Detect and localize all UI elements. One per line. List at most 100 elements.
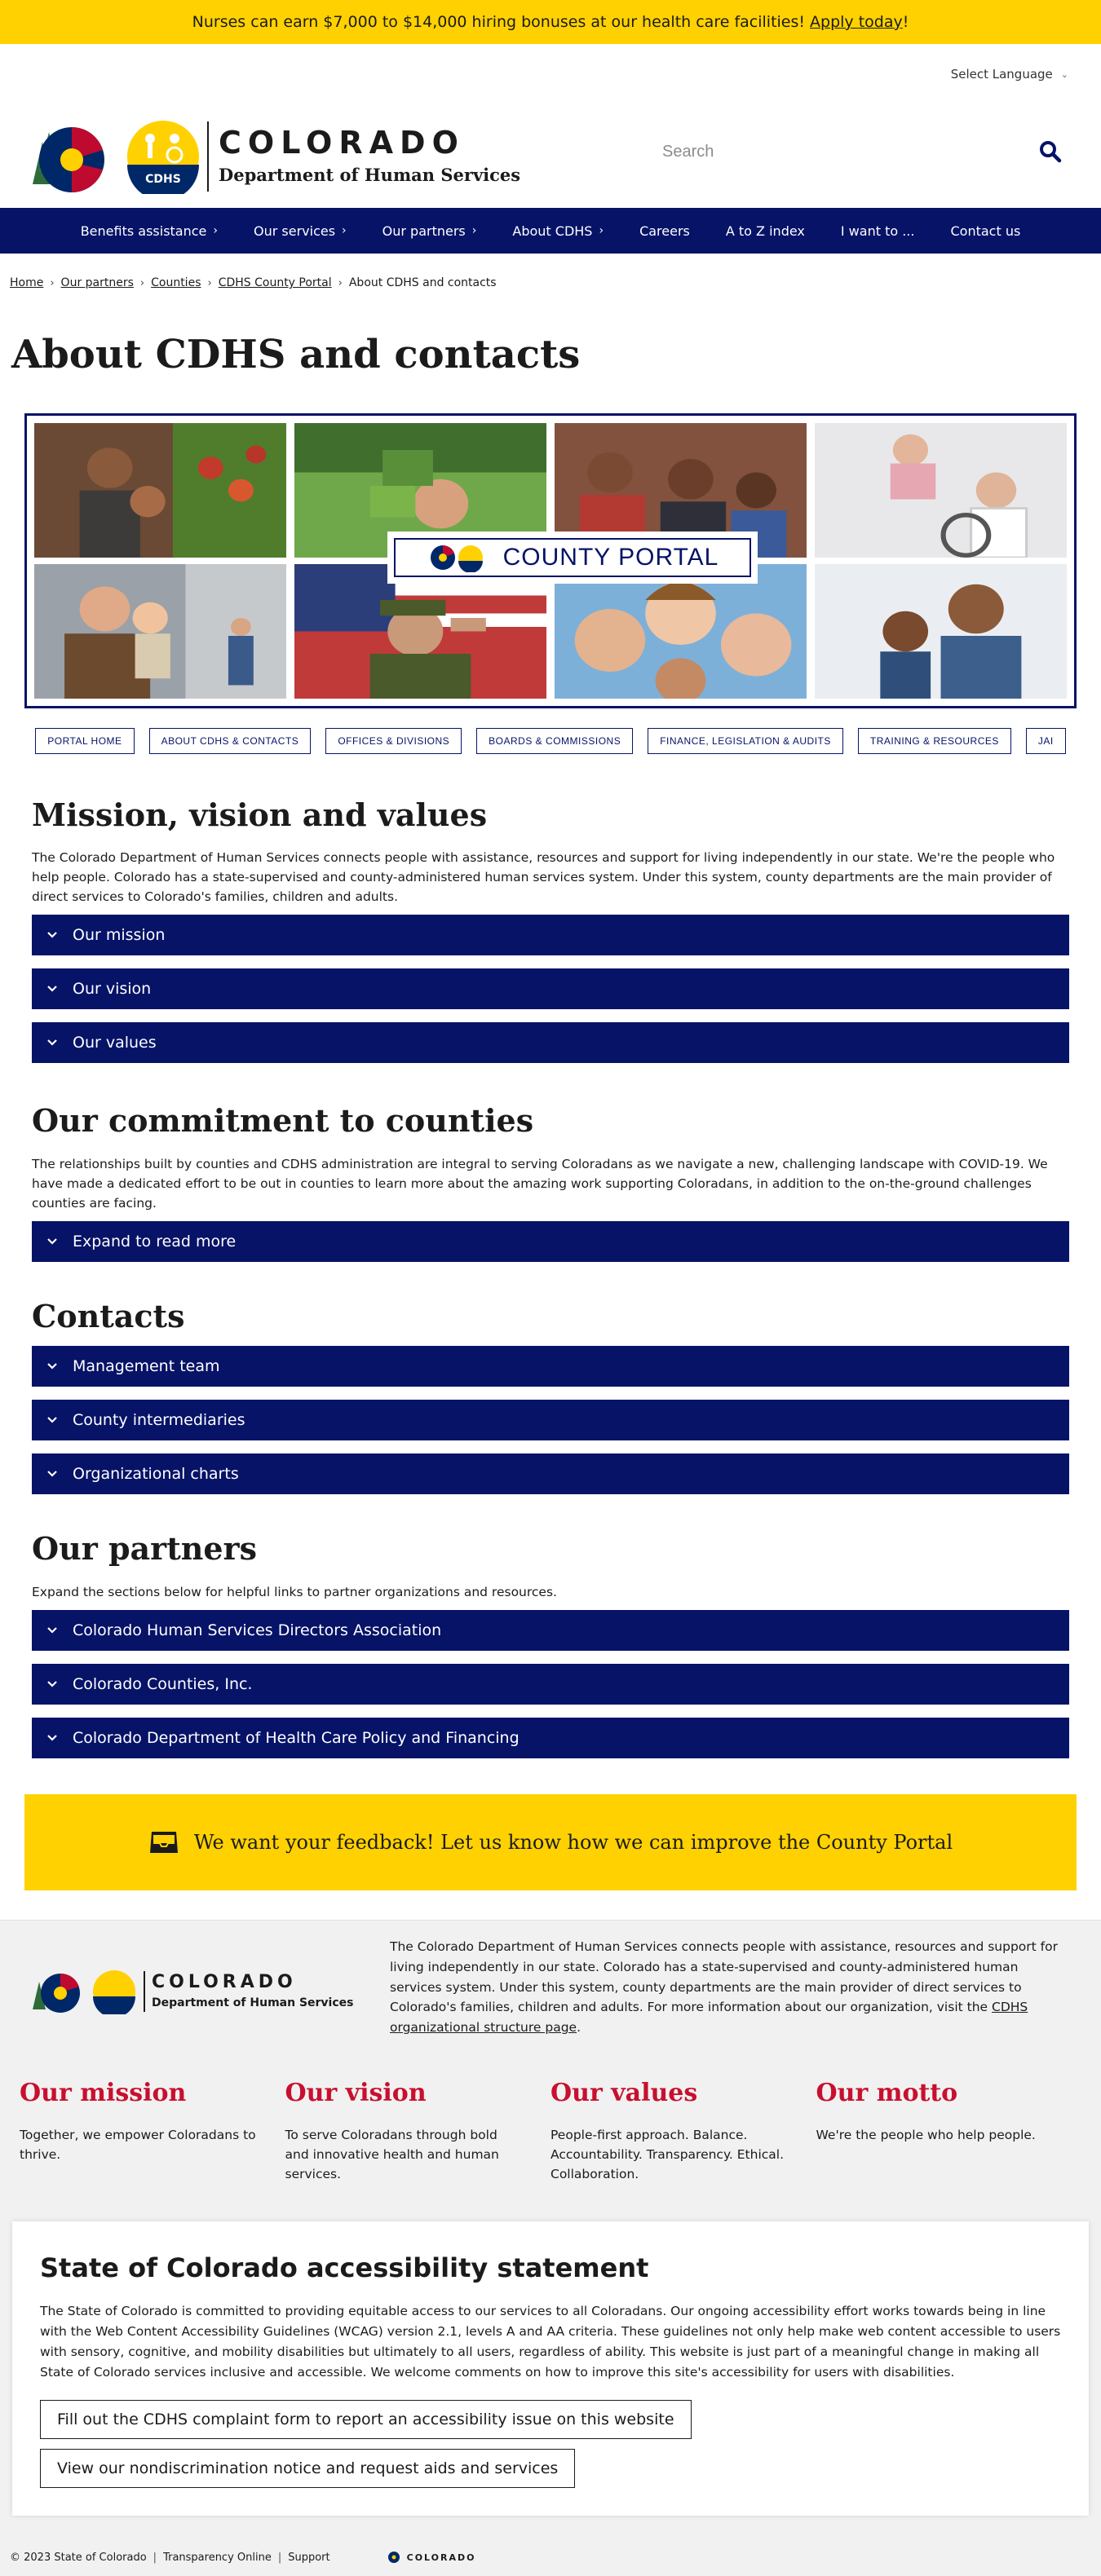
father-child-photo: [815, 563, 1067, 699]
apply-today-link[interactable]: Apply today: [810, 13, 903, 31]
breadcrumb-separator: ›: [207, 276, 212, 289]
footer-bottom-bar: © 2023 State of Colorado | Transparency …: [0, 2539, 1101, 2576]
nav-benefits-assistance[interactable]: Benefits assistance ›: [63, 223, 236, 239]
subnav-finance-legislation-audits[interactable]: Finance, legislation & audits: [648, 727, 843, 754]
chevron-right-icon: ›: [213, 224, 218, 237]
accordion-organizational-charts[interactable]: Organizational charts: [32, 1453, 1069, 1495]
partners-section-title: Our partners: [32, 1530, 257, 1568]
alert-banner: Nurses can earn $7,000 to $14,000 hiring…: [0, 0, 1101, 44]
accordion-chsda[interactable]: Colorado Human Services Directors Associ…: [32, 1610, 1069, 1652]
portal-subnav: Portal home About CDHS & contacts Office…: [0, 727, 1101, 754]
logo-divider: [144, 1971, 145, 2013]
chevron-down-icon: [46, 1416, 60, 1424]
pillar-motto: Our motto We're the people who help peop…: [816, 2079, 1036, 2143]
nav-about-cdhs[interactable]: About CDHS ›: [494, 223, 621, 239]
feedback-banner[interactable]: We want your feedback! Let us know how w…: [24, 1794, 1077, 1891]
logo-department: Department of Human Services: [219, 165, 521, 185]
page-title: About CDHS and contacts: [11, 332, 581, 377]
nav-contact-us[interactable]: Contact us: [932, 223, 1038, 239]
breadcrumb-county-portal[interactable]: CDHS County Portal: [219, 276, 332, 289]
accessibility-statement: State of Colorado accessibility statemen…: [12, 2221, 1089, 2516]
nondiscrimination-button[interactable]: View our nondiscrimination notice and re…: [40, 2449, 576, 2489]
chevron-down-icon: [46, 1039, 60, 1047]
main-nav: Benefits assistance › Our services › Our p…: [0, 208, 1101, 254]
breadcrumb-our-partners[interactable]: Our partners: [61, 276, 134, 289]
county-portal-text: COUNTY PORTAL: [502, 543, 719, 571]
language-label: Select Language: [950, 67, 1053, 82]
county-portal-banner: COUNTY PORTAL: [24, 412, 1077, 708]
grandparent-baby-photo: [815, 422, 1067, 558]
inbox-icon: [149, 1832, 178, 1854]
nav-our-partners[interactable]: Our partners ›: [365, 223, 495, 239]
commitment-section-title: Our commitment to counties: [32, 1102, 534, 1140]
county-portal-label: COUNTY PORTAL: [387, 531, 758, 584]
subnav-training-resources[interactable]: Training & resources: [857, 727, 1011, 754]
commitment-text: The relationships built by counties and …: [32, 1156, 1048, 1211]
father-son-photo: [34, 563, 286, 699]
subnav-jai[interactable]: JAI: [1025, 727, 1066, 754]
accordion-colorado-counties[interactable]: Colorado Counties, Inc.: [32, 1664, 1069, 1705]
chevron-right-icon: ›: [599, 224, 604, 237]
breadcrumb-separator: ›: [50, 276, 55, 289]
search-icon[interactable]: [1039, 140, 1062, 166]
breadcrumb-home[interactable]: Home: [10, 276, 43, 289]
accordion-label: Organizational charts: [73, 1465, 239, 1484]
cdhs-logo[interactable]: CDHS COLORADO Department of Human Servic…: [26, 117, 520, 196]
breadcrumb-separator: ›: [338, 276, 343, 289]
accordion-hcpf[interactable]: Colorado Department of Health Care Polic…: [32, 1718, 1069, 1759]
footer-logo[interactable]: COLORADO Department of Human Services: [31, 1937, 390, 2038]
separator: |: [277, 2551, 282, 2564]
svg-text:CDHS: CDHS: [145, 173, 181, 186]
accordion-label: Our values: [73, 1034, 157, 1052]
accessibility-title: State of Colorado accessibility statemen…: [40, 2252, 649, 2284]
language-row: Select Language ⌄: [0, 44, 1101, 104]
footer-pillars: Our mission Together, we empower Colorad…: [0, 2038, 1101, 2184]
search-input[interactable]: [646, 127, 1021, 176]
nav-our-services[interactable]: Our services ›: [236, 223, 365, 239]
footer-mini-logo[interactable]: COLORADO: [386, 2551, 476, 2564]
transparency-online-link[interactable]: Transparency Online: [163, 2552, 272, 2564]
nav-careers[interactable]: Careers: [621, 223, 708, 239]
subnav-about-cdhs-contacts[interactable]: About CDHS & contacts: [148, 727, 312, 754]
language-select[interactable]: Select Language ⌄: [951, 67, 1068, 82]
copyright-text: © 2023 State of Colorado: [10, 2551, 147, 2564]
logo-wordmark: COLORADO Department of Human Services: [219, 127, 520, 185]
accordion-our-vision[interactable]: Our vision: [32, 968, 1069, 1010]
accessibility-text: The State of Colorado is committed to pr…: [40, 2304, 1061, 2380]
partners-text: Expand the sections below for helpful li…: [32, 1585, 557, 1600]
alert-text: Nurses can earn $7,000 to $14,000 hiring…: [192, 13, 806, 31]
cdhs-badge-icon: CDHS: [127, 120, 199, 194]
accordion-our-mission[interactable]: Our mission: [32, 915, 1069, 956]
chevron-down-icon: [46, 1734, 60, 1742]
breadcrumb-counties[interactable]: Counties: [151, 276, 201, 289]
chevron-down-icon: [46, 931, 60, 939]
chevron-down-icon: ⌄: [1060, 68, 1068, 80]
chevron-down-icon: [46, 1362, 60, 1370]
support-link[interactable]: Support: [288, 2552, 329, 2564]
subnav-portal-home[interactable]: Portal home: [35, 727, 135, 754]
accordion-label: County intermediaries: [73, 1411, 245, 1430]
site-footer: COLORADO Department of Human Services Th…: [0, 1920, 1101, 2576]
accordion-county-intermediaries[interactable]: County intermediaries: [32, 1400, 1069, 1441]
nav-a-to-z-index[interactable]: A to Z index: [708, 223, 823, 239]
accordion-label: Our mission: [73, 926, 166, 945]
pillar-vision: Our vision To serve Coloradans through b…: [285, 2079, 499, 2182]
complaint-form-button[interactable]: Fill out the CDHS complaint form to repo…: [40, 2400, 692, 2440]
accordion-management-team[interactable]: Management team: [32, 1346, 1069, 1387]
accordion-label: Management team: [73, 1357, 220, 1376]
accordion-our-values[interactable]: Our values: [32, 1022, 1069, 1064]
pillar-values: Our values People-first approach. Balanc…: [550, 2079, 785, 2182]
subnav-offices-divisions[interactable]: Offices & divisions: [325, 727, 462, 754]
site-header: CDHS COLORADO Department of Human Servic…: [0, 104, 1101, 208]
contacts-section-title: Contacts: [32, 1297, 185, 1334]
subnav-boards-commissions[interactable]: Boards & commissions: [476, 727, 634, 754]
chevron-down-icon: [46, 985, 60, 993]
nav-i-want-to[interactable]: I want to ...: [823, 223, 933, 239]
accordion-label: Our vision: [73, 980, 152, 999]
accordion-expand-read-more[interactable]: Expand to read more: [32, 1220, 1069, 1262]
accordion-label: Colorado Human Services Directors Associ…: [73, 1621, 442, 1640]
breadcrumb-separator: ›: [139, 276, 145, 289]
breadcrumb: Home › Our partners › Counties › CDHS Co…: [0, 276, 1101, 289]
breadcrumb-current: About CDHS and contacts: [348, 276, 497, 289]
chevron-right-icon: ›: [342, 224, 347, 237]
